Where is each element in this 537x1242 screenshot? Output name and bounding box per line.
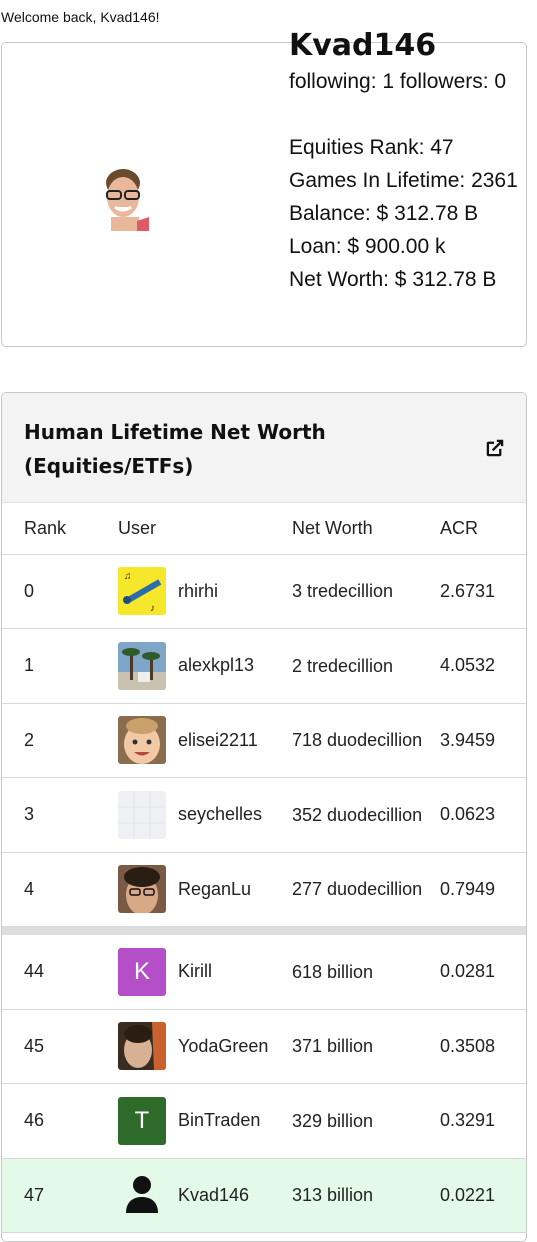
net-worth: Net Worth: $ 312.78 B [289, 268, 497, 291]
username[interactable]: ReganLu [178, 879, 251, 900]
leaderboard-panel: Human Lifetime Net Worth (Equities/ETFs)… [1, 392, 527, 1242]
rank-cell: 0 [2, 554, 110, 629]
rank-cell: 44 [2, 934, 110, 1010]
net-worth-cell: 313 billion [277, 1158, 425, 1233]
welcome-message: Welcome back, Kvad146! [1, 9, 160, 25]
table-row[interactable]: 44 K Kirill 618 billion 0.0281 [2, 934, 526, 1010]
rank-cell: 4 [2, 852, 110, 927]
rank-cell: 47 [2, 1158, 110, 1233]
user-cell: K Kirill [110, 934, 277, 1010]
blank-image [118, 790, 166, 839]
svg-text:♪: ♪ [150, 603, 155, 614]
external-link-icon[interactable] [484, 437, 506, 459]
table-header-row: Rank User Net Worth ACR [2, 503, 526, 555]
net-worth-cell: 371 billion [277, 1009, 425, 1084]
acr-cell: 3.9459 [425, 703, 526, 778]
user-cell: Kvad146 [110, 1158, 277, 1233]
column-header-acr[interactable]: ACR [425, 503, 526, 555]
balance: Balance: $ 312.78 B [289, 202, 479, 225]
user-avatar[interactable] [118, 790, 166, 839]
user-avatar[interactable] [118, 865, 166, 914]
net-worth-cell: 618 billion [277, 934, 425, 1010]
loan: Loan: $ 900.00 k [289, 235, 446, 258]
acr-cell: 0.7949 [425, 852, 526, 927]
profile-card: Kvad146 following: 1 followers: 0 Equiti… [1, 28, 527, 347]
person-photo [118, 865, 166, 914]
acr-cell: 0.0281 [425, 934, 526, 1010]
user-avatar[interactable]: K [118, 947, 166, 996]
rank-cell: 45 [2, 1009, 110, 1084]
username[interactable]: seychelles [178, 804, 262, 825]
svg-text:♫: ♫ [124, 571, 132, 582]
follow-counts: following: 1 followers: 0 [289, 70, 507, 93]
table-row[interactable]: 4 ReganLu 277 duodecillion 0.7949 [2, 852, 526, 927]
profile-username: Kvad146 [289, 28, 437, 63]
username[interactable]: Kirill [178, 961, 212, 982]
column-header-net-worth[interactable]: Net Worth [277, 503, 425, 555]
user-cell: ♫ ♪ rhirhi [110, 554, 277, 629]
net-worth-cell: 2 tredecillion [277, 628, 425, 704]
acr-cell: 4.0532 [425, 628, 526, 704]
avatar-letter: T [134, 1106, 150, 1134]
leaderboard-table: Rank User Net Worth ACR 0 ♫ ♪ rhirhi 3 t… [2, 503, 526, 1233]
user-avatar[interactable]: T [118, 1096, 166, 1145]
table-row[interactable]: 0 ♫ ♪ rhirhi 3 tredecillion 2.6731 [2, 554, 526, 629]
user-cell: YodaGreen [110, 1009, 277, 1084]
table-row[interactable]: 2 elisei2211 718 duodecillion 3.9459 [2, 703, 526, 778]
user-avatar[interactable]: ♫ ♪ [118, 567, 166, 616]
username[interactable]: elisei2211 [178, 730, 258, 751]
table-row[interactable]: 46 T BinTraden 329 billion 0.3291 [2, 1083, 526, 1159]
column-header-user[interactable]: User [110, 503, 277, 555]
user-cell: elisei2211 [110, 703, 277, 778]
person-photo [118, 1022, 166, 1071]
user-avatar[interactable] [118, 641, 166, 690]
username[interactable]: Kvad146 [178, 1185, 249, 1206]
rank-cell: 3 [2, 777, 110, 853]
acr-cell: 0.3508 [425, 1009, 526, 1084]
leaderboard-title: Human Lifetime Net Worth (Equities/ETFs) [24, 420, 326, 478]
user-cell: seychelles [110, 777, 277, 853]
rank-cell: 1 [2, 628, 110, 704]
user-avatar[interactable] [118, 1022, 166, 1071]
username[interactable]: rhirhi [178, 581, 218, 602]
games-in-lifetime: Games In Lifetime: 2361 [289, 169, 518, 192]
rank-cell: 46 [2, 1083, 110, 1159]
table-row-current-user[interactable]: 47 Kvad146 313 billion 0.0221 [2, 1158, 526, 1233]
avatar-letter: K [133, 957, 150, 985]
acr-cell: 0.0623 [425, 777, 526, 853]
child-photo [118, 716, 166, 765]
user-cell: alexkpl13 [110, 628, 277, 704]
profile-avatar [101, 165, 149, 231]
profile-info: Kvad146 following: 1 followers: 0 Equiti… [289, 27, 519, 296]
acr-cell: 2.6731 [425, 554, 526, 629]
user-avatar[interactable] [118, 716, 166, 765]
user-cell: T BinTraden [110, 1083, 277, 1159]
rank-gap-separator [2, 926, 526, 935]
net-worth-cell: 329 billion [277, 1083, 425, 1159]
table-row[interactable]: 3 seychelles 352 duodecillion 0.0623 [2, 777, 526, 853]
acr-cell: 0.3291 [425, 1083, 526, 1159]
person-silhouette-icon[interactable] [118, 1171, 166, 1219]
leaderboard-header: Human Lifetime Net Worth (Equities/ETFs) [2, 393, 526, 503]
username[interactable]: YodaGreen [178, 1036, 268, 1057]
net-worth-cell: 3 tredecillion [277, 554, 425, 629]
table-row[interactable]: 1 alexkpl13 2 tredecillion 4.0532 [2, 628, 526, 704]
equities-rank: Equities Rank: 47 [289, 136, 454, 159]
username[interactable]: alexkpl13 [178, 655, 254, 676]
table-row[interactable]: 45 YodaGreen 371 billion 0.3508 [2, 1009, 526, 1084]
username[interactable]: BinTraden [178, 1110, 260, 1131]
net-worth-cell: 352 duodecillion [277, 777, 425, 853]
net-worth-cell: 277 duodecillion [277, 852, 425, 927]
clarinet-image: ♫ ♪ [118, 567, 166, 616]
net-worth-cell: 718 duodecillion [277, 703, 425, 778]
column-header-rank[interactable]: Rank [2, 503, 110, 555]
rank-cell: 2 [2, 703, 110, 778]
palm-trees-image [118, 641, 166, 690]
user-cell: ReganLu [110, 852, 277, 927]
acr-cell: 0.0221 [425, 1158, 526, 1233]
